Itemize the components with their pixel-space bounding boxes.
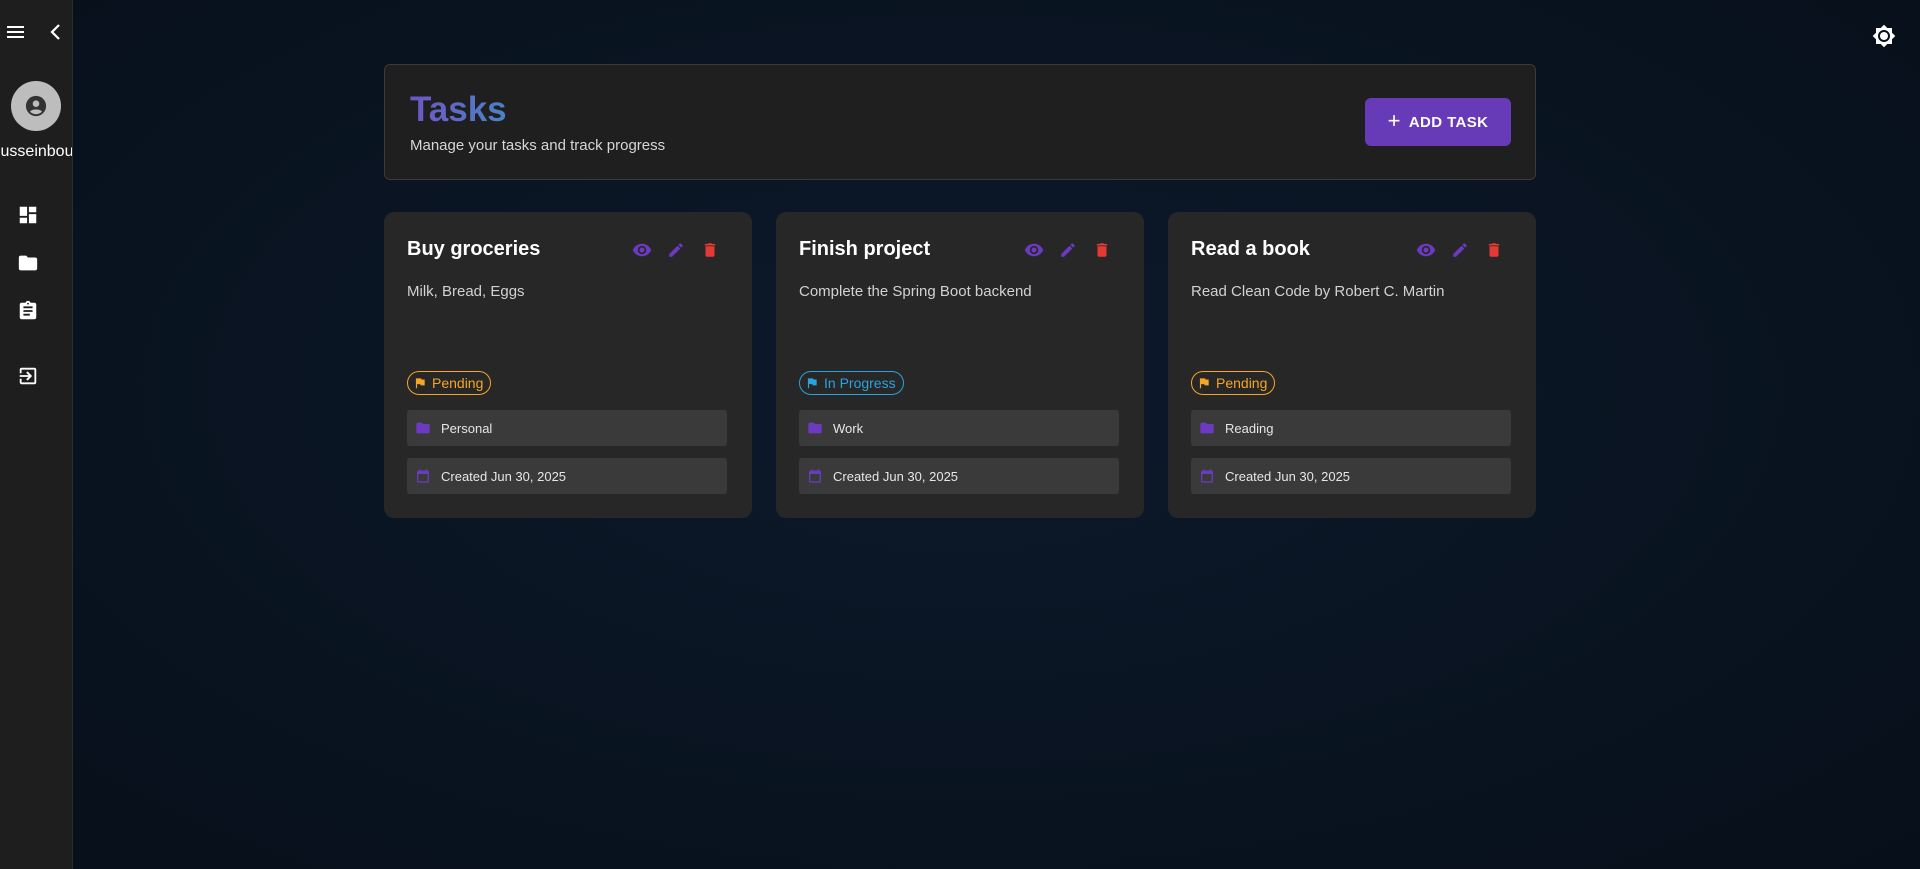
- view-task-button[interactable]: [632, 240, 652, 260]
- task-actions: [632, 240, 720, 260]
- eye-icon: [1024, 243, 1044, 257]
- calendar-icon: [1201, 469, 1213, 483]
- delete-icon: [1488, 243, 1500, 257]
- menu-icon[interactable]: [6, 24, 26, 40]
- folder-icon: [416, 422, 430, 434]
- assignment-icon[interactable]: [17, 300, 39, 322]
- status-label: Pending: [1216, 375, 1268, 391]
- task-description: Milk, Bread, Eggs: [407, 283, 525, 300]
- category-label: Reading: [1225, 420, 1274, 436]
- status-label: Pending: [432, 375, 484, 391]
- category-row: Personal: [407, 410, 727, 446]
- edit-task-button[interactable]: [666, 240, 686, 260]
- task-actions: [1416, 240, 1504, 260]
- eye-icon: [632, 243, 652, 257]
- category-label: Work: [833, 420, 864, 436]
- created-date-label: Created Jun 30, 2025: [833, 468, 959, 484]
- task-card: Buy groceries Milk, Bread, Eggs Pending …: [384, 212, 752, 518]
- page-subtitle: Manage your tasks and track progress: [410, 137, 666, 154]
- chevron-left-icon[interactable]: [48, 23, 64, 41]
- edit-icon: [1061, 243, 1075, 257]
- edit-task-button[interactable]: [1058, 240, 1078, 260]
- status-badge: Pending: [1191, 371, 1276, 395]
- calendar-icon: [417, 469, 429, 483]
- task-description: Complete the Spring Boot backend: [799, 283, 1032, 300]
- delete-task-button[interactable]: [1484, 240, 1504, 260]
- flag-icon: [807, 378, 817, 389]
- flag-icon: [415, 378, 425, 389]
- category-row: Reading: [1191, 410, 1511, 446]
- task-title: Buy groceries: [407, 238, 541, 260]
- task-title: Read a book: [1191, 238, 1310, 260]
- logout-icon[interactable]: [17, 365, 39, 387]
- edit-task-button[interactable]: [1450, 240, 1470, 260]
- status-badge: In Progress: [799, 371, 904, 395]
- task-actions: [1024, 240, 1112, 260]
- sidebar-username: usseinbou: [0, 143, 73, 160]
- category-row: Work: [799, 410, 1119, 446]
- plus-icon: +: [1387, 108, 1401, 133]
- dashboard-icon[interactable]: [17, 204, 39, 226]
- sidebar: usseinbou: [0, 0, 73, 869]
- page-header: Tasks Manage your tasks and track progre…: [384, 64, 1536, 180]
- category-label: Personal: [441, 420, 493, 436]
- sidebar-top-bar: [0, 18, 72, 46]
- edit-icon: [1453, 243, 1467, 257]
- created-date-label: Created Jun 30, 2025: [1225, 468, 1351, 484]
- add-task-label: ADD TASK: [1408, 113, 1489, 131]
- flag-icon: [1199, 378, 1209, 389]
- folder-icon[interactable]: [17, 252, 39, 274]
- avatar[interactable]: [11, 81, 61, 131]
- folder-icon: [1200, 422, 1214, 434]
- page-title: Tasks: [410, 90, 507, 129]
- created-date-row: Created Jun 30, 2025: [799, 458, 1119, 494]
- view-task-button[interactable]: [1024, 240, 1044, 260]
- delete-icon: [1096, 243, 1108, 257]
- folder-icon: [808, 422, 822, 434]
- created-date-row: Created Jun 30, 2025: [1191, 458, 1511, 494]
- task-card: Read a book Read Clean Code by Robert C.…: [1168, 212, 1536, 518]
- created-date-row: Created Jun 30, 2025: [407, 458, 727, 494]
- task-description: Read Clean Code by Robert C. Martin: [1191, 283, 1445, 300]
- created-date-label: Created Jun 30, 2025: [441, 468, 567, 484]
- delete-task-button[interactable]: [1092, 240, 1112, 260]
- delete-task-button[interactable]: [700, 240, 720, 260]
- status-label: In Progress: [824, 375, 896, 391]
- theme-toggle-icon[interactable]: [1872, 24, 1896, 48]
- edit-icon: [669, 243, 683, 257]
- calendar-icon: [809, 469, 821, 483]
- view-task-button[interactable]: [1416, 240, 1436, 260]
- account-circle-icon: [25, 95, 47, 117]
- task-card: Finish project Complete the Spring Boot …: [776, 212, 1144, 518]
- status-badge: Pending: [407, 371, 492, 395]
- delete-icon: [704, 243, 716, 257]
- add-task-button[interactable]: + ADD TASK: [1365, 98, 1511, 146]
- task-title: Finish project: [799, 238, 931, 260]
- eye-icon: [1416, 243, 1436, 257]
